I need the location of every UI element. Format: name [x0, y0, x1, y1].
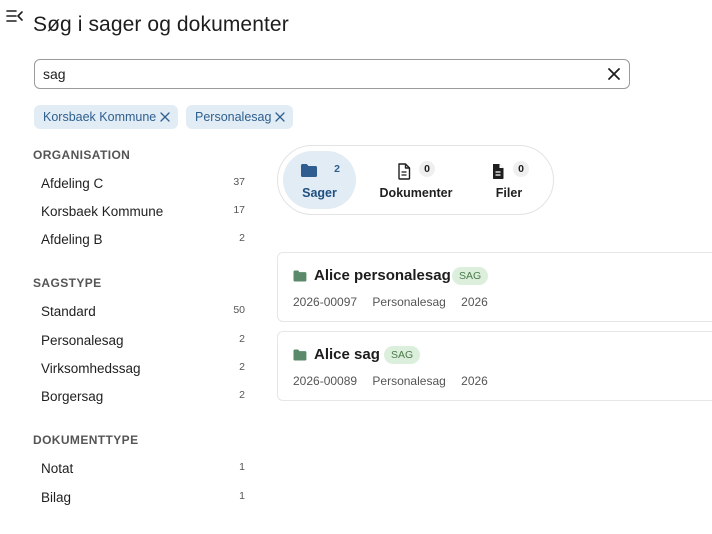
result-title: Alice personalesag — [314, 267, 451, 284]
facet-item-label: Korsbaek Kommune — [41, 204, 164, 219]
menu-collapse-icon[interactable] — [6, 8, 24, 24]
filter-chip-sagstype[interactable]: Personalesag — [186, 105, 294, 129]
facet-item-label: Bilag — [41, 490, 72, 505]
page-title: Søg i sager og dokumenter — [33, 13, 289, 36]
filter-chip-label: Personalesag — [195, 110, 272, 124]
result-type: Personalesag — [372, 295, 446, 309]
clear-search-icon[interactable] — [607, 67, 621, 81]
result-card[interactable]: Alice sag SAG 2026-00089 Personalesag 20… — [277, 331, 712, 401]
facet-item-label: Afdeling B — [41, 232, 103, 247]
facet-heading-dokumenttype: DOKUMENTTYPE — [33, 433, 139, 447]
facet-item-count: 2 — [239, 232, 245, 244]
facet-item-count: 37 — [233, 176, 245, 188]
result-year: 2026 — [461, 374, 488, 388]
tab-label: Dokumenter — [379, 186, 453, 200]
facet-item-label: Standard — [41, 304, 96, 319]
facet-item-label: Borgersag — [41, 389, 104, 404]
facet-item-label: Afdeling C — [41, 176, 104, 191]
result-type: Personalesag — [372, 374, 446, 388]
facet-item-label: Virksomhedssag — [41, 361, 141, 376]
facet-item[interactable]: Afdeling B 2 — [41, 232, 245, 252]
facet-item-count: 2 — [239, 333, 245, 345]
facet-item[interactable]: Virksomhedssag 2 — [41, 361, 245, 381]
facet-item[interactable]: Borgersag 2 — [41, 389, 245, 409]
facet-item-count: 17 — [233, 204, 245, 216]
tab-label: Sager — [302, 186, 337, 200]
facet-item[interactable]: Afdeling C 37 — [41, 176, 245, 196]
facet-item-count: 2 — [239, 361, 245, 373]
filter-chip-organisation[interactable]: Korsbaek Kommune — [34, 105, 179, 129]
tab-count-badge: 0 — [513, 161, 529, 177]
facet-item[interactable]: Standard 50 — [41, 304, 245, 324]
tab-count-badge: 2 — [334, 163, 340, 175]
tab-filer[interactable]: 0 Filer — [474, 151, 544, 209]
facet-item-label: Notat — [41, 461, 74, 476]
result-year: 2026 — [461, 295, 488, 309]
facet-item[interactable]: Personalesag 2 — [41, 333, 245, 353]
result-number: 2026-00089 — [293, 374, 358, 388]
remove-filter-icon[interactable] — [160, 112, 170, 122]
result-type-tabs: 2 Sager 0 Dokumenter 0 Filer — [277, 145, 554, 215]
search-box — [34, 59, 630, 89]
result-number: 2026-00097 — [293, 295, 358, 309]
folder-icon — [293, 270, 307, 282]
facet-heading-sagstype: SAGSTYPE — [33, 276, 102, 290]
document-outline-icon — [398, 163, 411, 180]
result-type-tag: SAG — [452, 267, 489, 285]
facet-heading-organisation: ORGANISATION — [33, 148, 131, 162]
facet-item-count: 2 — [239, 389, 245, 401]
result-title: Alice sag — [314, 346, 380, 363]
facet-item-count: 50 — [233, 304, 245, 316]
result-card[interactable]: Alice personalesag SAG 2026-00097 Person… — [277, 252, 712, 322]
facet-item[interactable]: Notat 1 — [41, 461, 245, 481]
tab-label: Filer — [495, 186, 523, 200]
file-icon — [493, 164, 504, 179]
tab-dokumenter[interactable]: 0 Dokumenter — [366, 151, 466, 209]
facet-item-count: 1 — [239, 461, 245, 473]
tab-count-badge: 0 — [419, 161, 435, 177]
result-meta: 2026-00089 Personalesag 2026 — [293, 374, 500, 388]
search-input[interactable] — [43, 65, 593, 83]
result-type-tag: SAG — [384, 346, 421, 364]
facet-item[interactable]: Bilag 1 — [41, 490, 245, 510]
facet-item-count: 1 — [239, 490, 245, 502]
tab-sager[interactable]: 2 Sager — [283, 151, 356, 209]
filter-chip-label: Korsbaek Kommune — [43, 110, 157, 124]
folder-icon — [293, 349, 307, 361]
result-meta: 2026-00097 Personalesag 2026 — [293, 295, 500, 309]
folder-icon — [301, 164, 317, 177]
facet-item[interactable]: Korsbaek Kommune 17 — [41, 204, 245, 224]
remove-filter-icon[interactable] — [275, 112, 286, 122]
facet-item-label: Personalesag — [41, 333, 124, 348]
